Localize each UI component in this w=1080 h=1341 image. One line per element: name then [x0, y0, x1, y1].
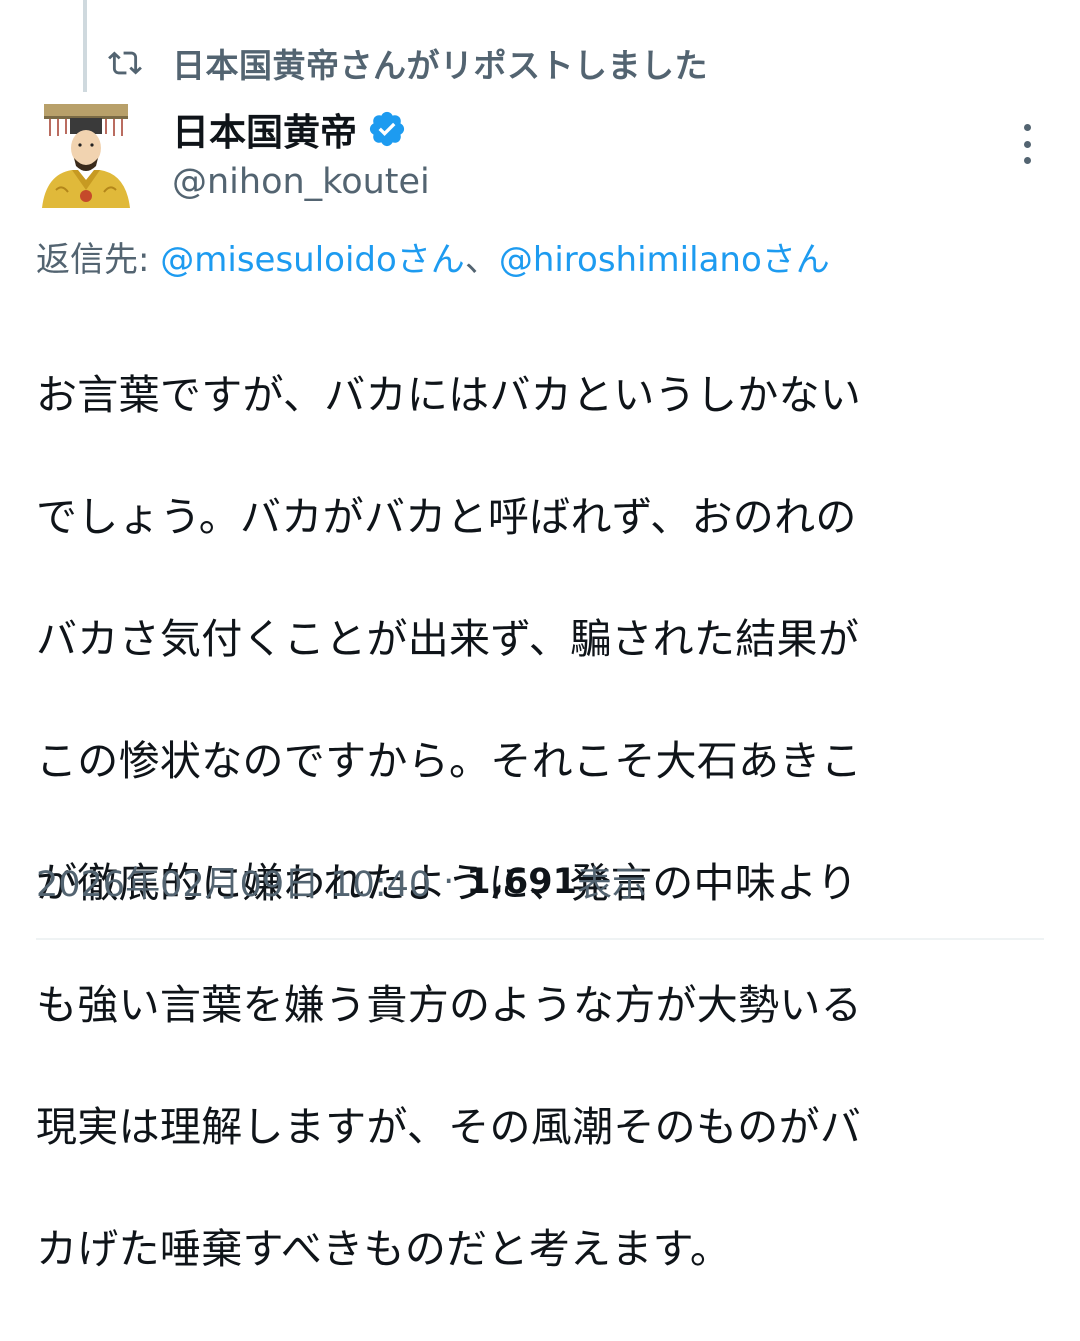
tweet-line: お言葉ですが、バカにはバカというしかない [36, 371, 862, 419]
tweet-line: この惨状なのですから。それこそ大石あきこ [36, 737, 862, 785]
divider [36, 938, 1044, 940]
tweet-text: お言葉ですが、バカにはバカというしかない でしょう。バカがバカと呼ばれず、おのれ… [36, 304, 1036, 1341]
repost-icon [108, 51, 142, 75]
mention-link-2[interactable]: @hiroshimilanoさん [499, 240, 830, 280]
thread-connector-line [83, 0, 87, 92]
more-vertical-icon [1023, 124, 1031, 131]
timestamp-link[interactable]: 2026年02月09日 10:40 [36, 856, 431, 907]
tweet-line: でしょう。バカがバカと呼ばれず、おのれの [36, 493, 857, 541]
reply-separator: 、 [464, 240, 499, 280]
tweet-line: 現実は理解しますが、その風潮そのものがバ [36, 1103, 862, 1151]
repost-indicator[interactable]: 日本国黄帝さんがリポストしました [108, 38, 708, 88]
author-handle[interactable]: @nihon_koutei [172, 162, 430, 202]
repost-label: 日本国黄帝さんがリポストしました [172, 46, 708, 85]
emperor-portrait-avatar[interactable] [36, 100, 136, 208]
views-label: 表示 [577, 865, 648, 905]
verified-badge-icon [369, 111, 405, 147]
author-block[interactable]: 日本国黄帝 @nihon_koutei [172, 104, 430, 202]
mention-link-1[interactable]: @misesuloidoさん [160, 240, 465, 280]
tweet-line: カげた唾棄すべきものだと考えます。 [36, 1225, 732, 1273]
tweet-meta: 2026年02月09日 10:40 · 1,691 表示 [36, 856, 647, 907]
display-name[interactable]: 日本国黄帝 [172, 102, 357, 156]
tweet-line: も強い言葉を嫌う貴方のような方が大勢いる [36, 981, 862, 1029]
display-name-row[interactable]: 日本国黄帝 [172, 104, 430, 154]
reply-to-line: 返信先: @misesuloidoさん、@hiroshimilanoさん [36, 232, 830, 281]
more-options-button[interactable] [1010, 124, 1044, 164]
meta-separator: · [443, 861, 455, 902]
views-count[interactable]: 1,691 [466, 862, 577, 902]
tweet-line: バカさ気付くことが出来ず、騙された結果が [36, 615, 860, 663]
reply-to-prefix: 返信先: [36, 240, 161, 280]
